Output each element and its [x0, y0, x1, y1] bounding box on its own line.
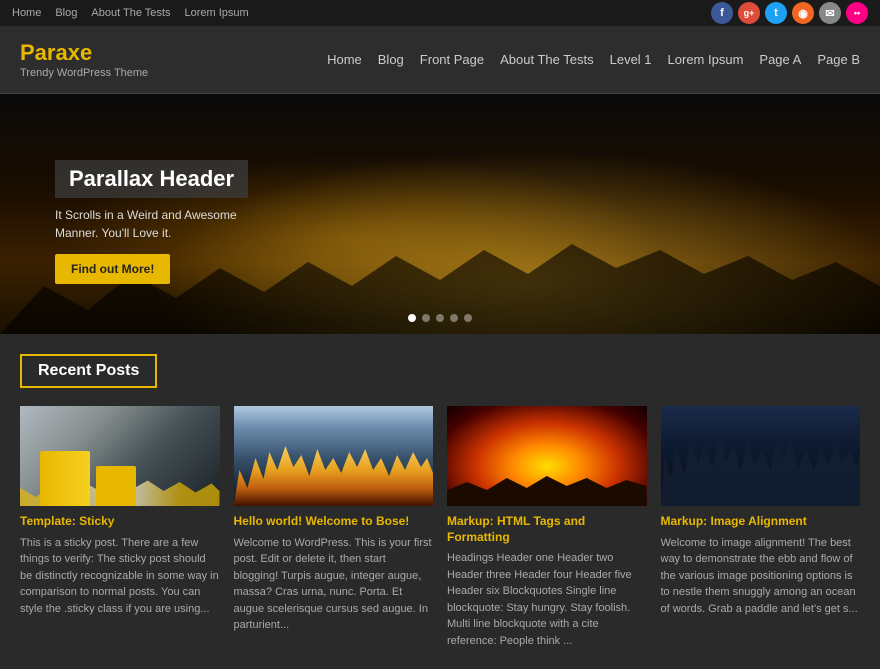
post-excerpt: Welcome to image alignment! The best way… [661, 535, 861, 618]
post-title[interactable]: Markup: Image Alignment [661, 514, 861, 530]
post-card: Template: Sticky This is a sticky post. … [20, 406, 220, 649]
mainnav-about[interactable]: About The Tests [500, 52, 593, 67]
post-thumbnail [234, 406, 434, 506]
recent-posts-heading: Recent Posts [20, 354, 157, 388]
hero-dot-4[interactable] [450, 314, 458, 322]
post-thumbnail [661, 406, 861, 506]
post-title[interactable]: Template: Sticky [20, 514, 220, 530]
social-icons-bar: f g+ t ◉ ✉ •• [711, 2, 868, 24]
rss-icon[interactable]: ◉ [792, 2, 814, 24]
main-content: Recent Posts Template: Sticky This is a … [0, 334, 880, 669]
topnav-blog[interactable]: Blog [55, 7, 77, 19]
hero-title-box: Parallax Header [55, 160, 248, 198]
post-thumbnail [20, 406, 220, 506]
hero-dot-2[interactable] [422, 314, 430, 322]
mainnav-home[interactable]: Home [327, 52, 362, 67]
post-card: Markup: HTML Tags and Formatting Heading… [447, 406, 647, 649]
post-excerpt: Headings Header one Header two Header th… [447, 550, 647, 649]
posts-grid: Template: Sticky This is a sticky post. … [20, 406, 860, 649]
googleplus-icon[interactable]: g+ [738, 2, 760, 24]
post-title[interactable]: Hello world! Welcome to Bose! [234, 514, 434, 530]
post-title[interactable]: Markup: HTML Tags and Formatting [447, 514, 647, 545]
hero-title: Parallax Header [69, 166, 234, 191]
topnav-home[interactable]: Home [12, 7, 41, 19]
flickr-icon[interactable]: •• [846, 2, 868, 24]
hero-content: Parallax Header It Scrolls in a Weird an… [55, 160, 255, 284]
top-navigation: Home Blog About The Tests Lorem Ipsum [12, 7, 249, 19]
mainnav-pagea[interactable]: Page A [759, 52, 801, 67]
main-navigation: Home Blog Front Page About The Tests Lev… [327, 52, 860, 67]
hero-dot-5[interactable] [464, 314, 472, 322]
site-branding: Paraxe Trendy WordPress Theme [20, 40, 148, 78]
mainnav-lorem[interactable]: Lorem Ipsum [668, 52, 744, 67]
mainnav-frontpage[interactable]: Front Page [420, 52, 484, 67]
hero-dot-3[interactable] [436, 314, 444, 322]
post-excerpt: This is a sticky post. There are a few t… [20, 535, 220, 618]
top-bar: Home Blog About The Tests Lorem Ipsum f … [0, 0, 880, 26]
hero-dot-1[interactable] [408, 314, 416, 322]
site-header: Paraxe Trendy WordPress Theme Home Blog … [0, 26, 880, 94]
twitter-icon[interactable]: t [765, 2, 787, 24]
topnav-lorem[interactable]: Lorem Ipsum [184, 7, 248, 19]
facebook-icon[interactable]: f [711, 2, 733, 24]
post-thumbnail [447, 406, 647, 506]
mainnav-level1[interactable]: Level 1 [610, 52, 652, 67]
post-excerpt: Welcome to WordPress. This is your first… [234, 535, 434, 634]
mainnav-pageb[interactable]: Page B [817, 52, 860, 67]
hero-subtitle: It Scrolls in a Weird and Awesome Manner… [55, 206, 255, 242]
hero-dots [408, 314, 472, 322]
post-card: Hello world! Welcome to Bose! Welcome to… [234, 406, 434, 649]
post-card: Markup: Image Alignment Welcome to image… [661, 406, 861, 649]
mainnav-blog[interactable]: Blog [378, 52, 404, 67]
email-icon[interactable]: ✉ [819, 2, 841, 24]
topnav-about[interactable]: About The Tests [91, 7, 170, 19]
site-title[interactable]: Paraxe [20, 40, 148, 66]
hero-cta-button[interactable]: Find out More! [55, 254, 170, 284]
site-tagline: Trendy WordPress Theme [20, 67, 148, 79]
hero-section: Parallax Header It Scrolls in a Weird an… [0, 94, 880, 334]
